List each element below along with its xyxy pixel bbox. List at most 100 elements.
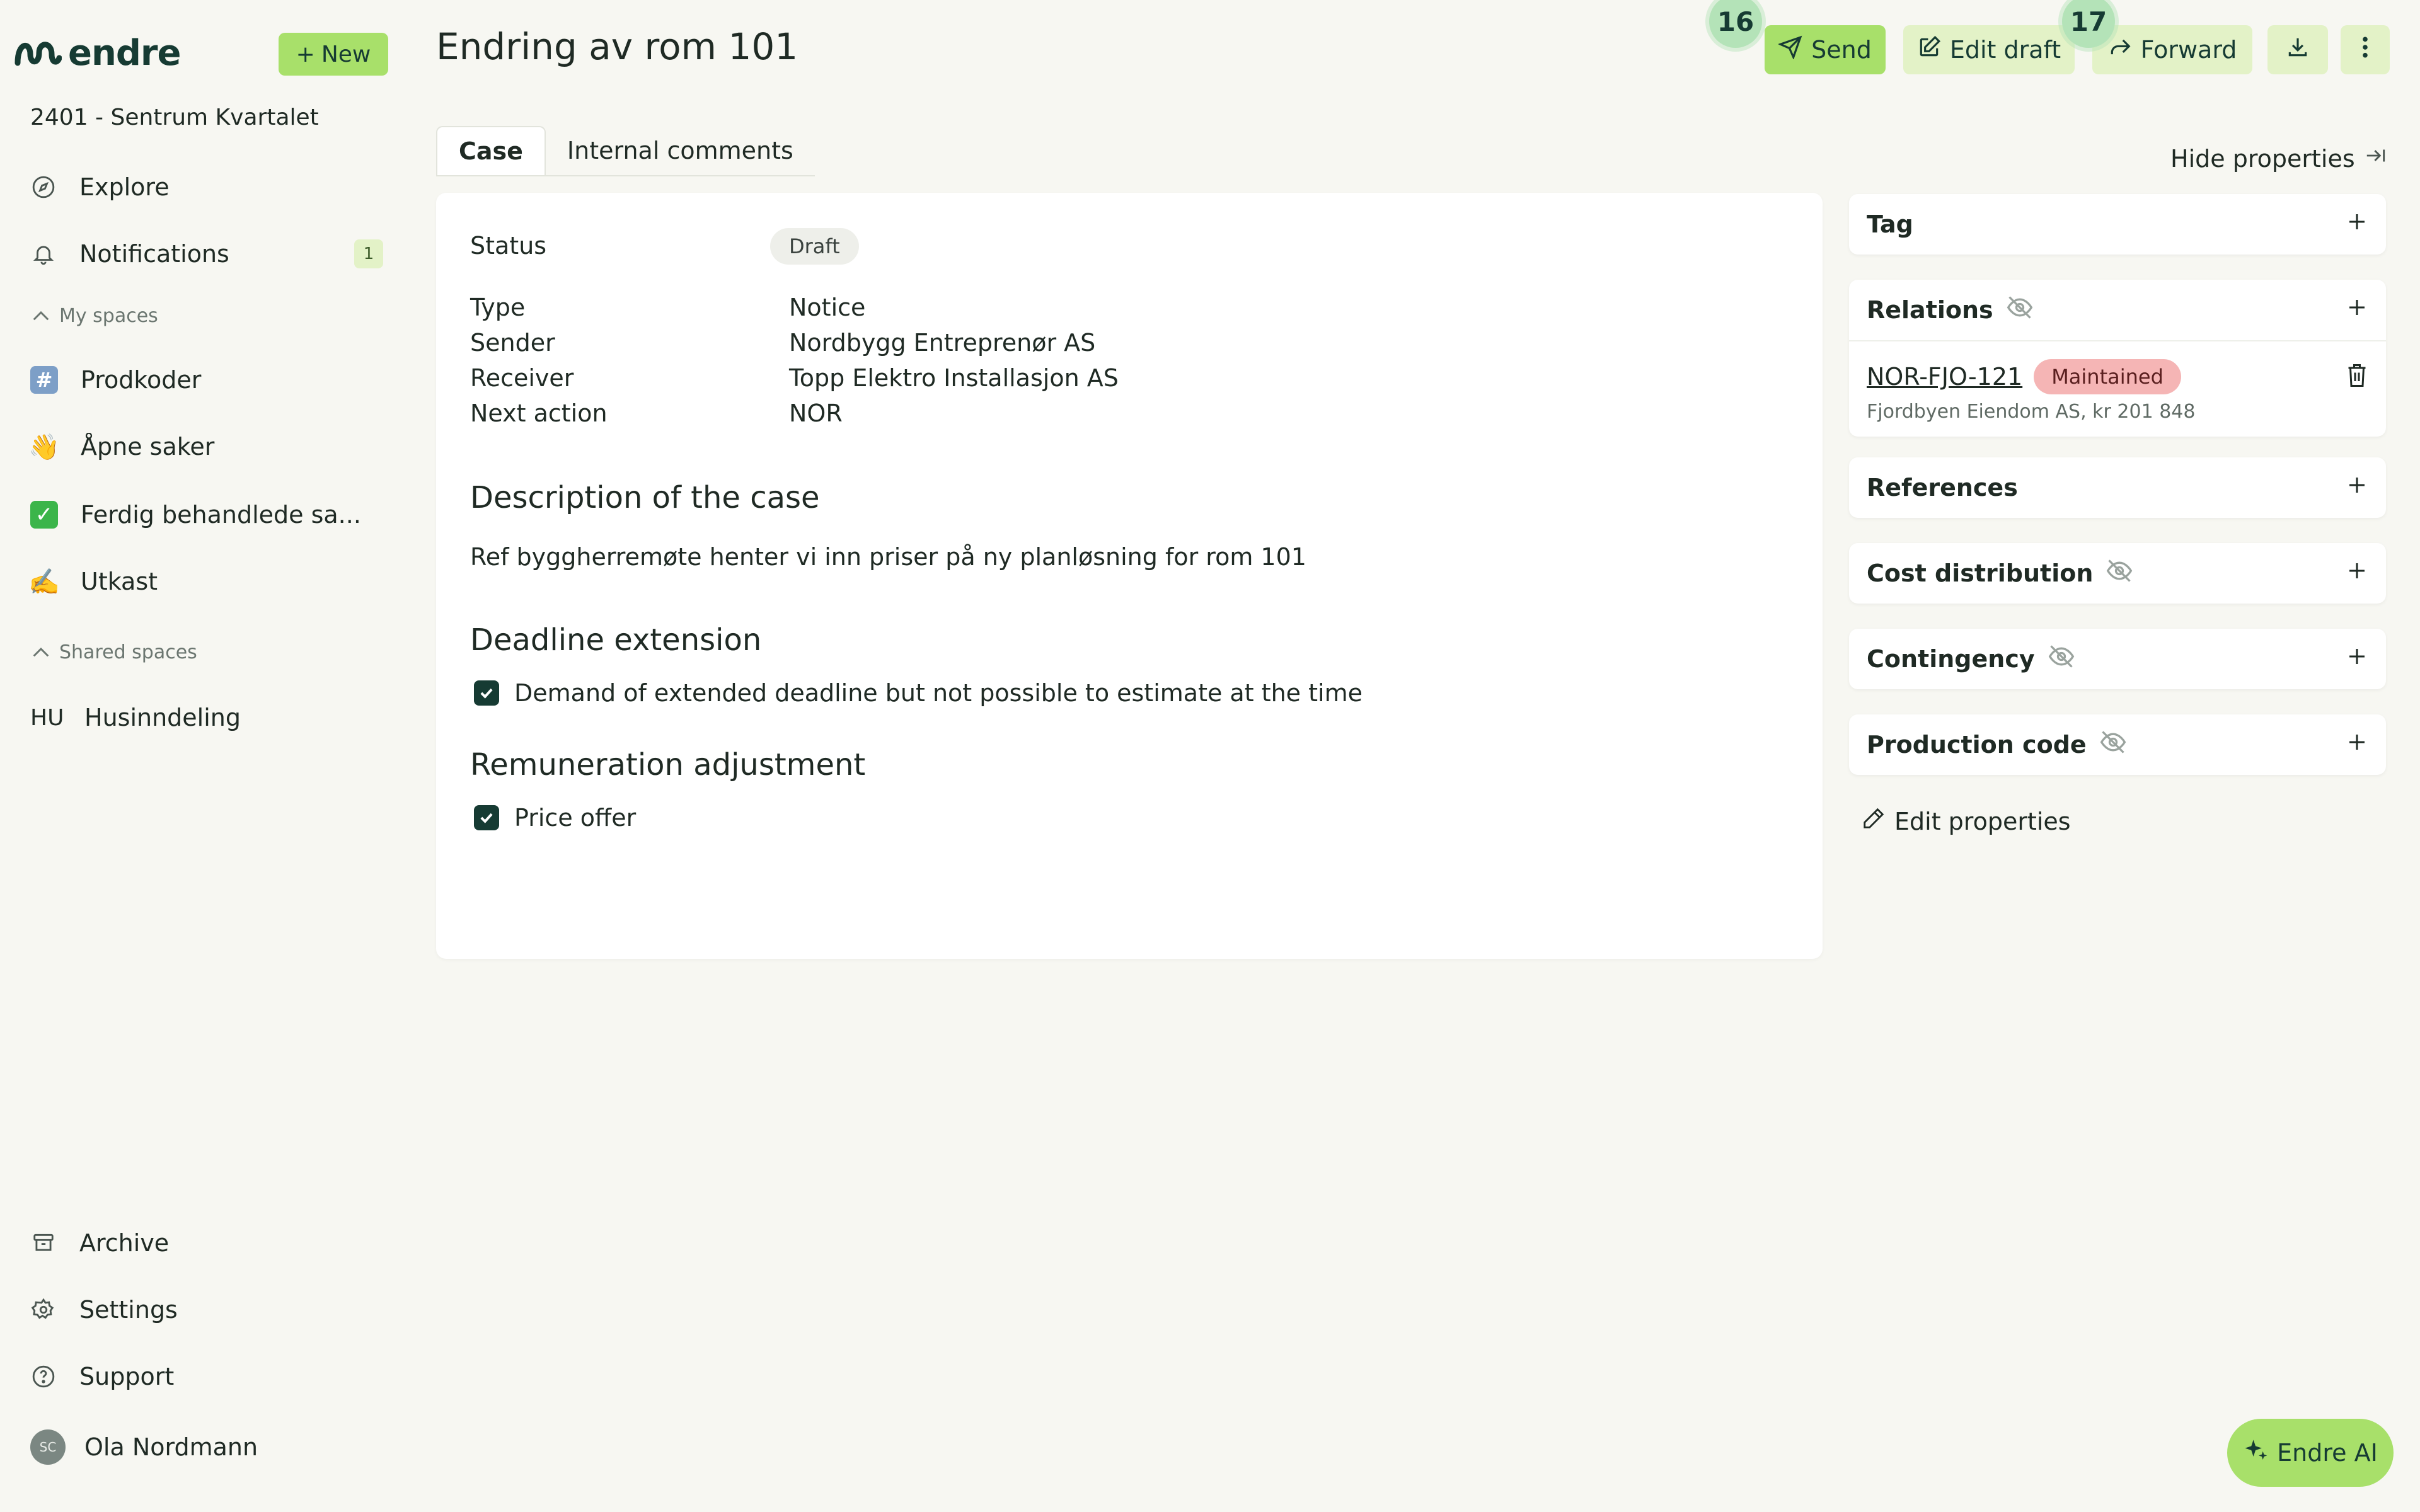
field-key-next-action: Next action — [470, 399, 608, 427]
case-tabs: Case Internal comments — [436, 126, 815, 176]
property-tag-label: Tag — [1867, 210, 1913, 238]
step-badge-send: 16 — [1709, 0, 1762, 48]
deadline-extension-option-label: Demand of extended deadline but not poss… — [514, 679, 1363, 707]
my-spaces-toggle[interactable]: My spaces — [32, 305, 158, 327]
tab-case[interactable]: Case — [436, 126, 546, 175]
page-title: Endring av rom 101 — [436, 25, 798, 68]
check-mark-icon: ✓ — [30, 501, 58, 529]
gear-icon — [30, 1297, 57, 1323]
tab-internal-comments[interactable]: Internal comments — [546, 126, 815, 175]
sidebar-item-label: Settings — [79, 1296, 178, 1324]
sidebar-item-archive[interactable]: Archive — [30, 1221, 383, 1265]
more-vertical-icon — [2361, 35, 2370, 65]
property-contingency: Contingency — [1849, 629, 2386, 689]
relation-link[interactable]: NOR-FJO-121 — [1867, 363, 2022, 391]
sidebar-item-label: Support — [79, 1363, 175, 1390]
sidebar-item-label: Archive — [79, 1229, 170, 1257]
edit-draft-button[interactable]: Edit draft — [1903, 25, 2075, 74]
property-references: References — [1849, 457, 2386, 518]
property-references-label: References — [1867, 474, 2018, 501]
add-production-code-plus-icon[interactable] — [2346, 731, 2368, 759]
endre-ai-button[interactable]: Endre AI — [2227, 1419, 2394, 1487]
help-circle-icon — [30, 1363, 57, 1390]
price-offer-option-label: Price offer — [514, 804, 637, 832]
sidebar-item-ferdig-behandlede[interactable]: ✓ Ferdig behandlede sa... — [30, 493, 383, 537]
forward-button[interactable]: Forward — [2092, 25, 2252, 74]
user-profile[interactable]: SC Ola Nordmann — [30, 1425, 383, 1469]
trash-icon[interactable] — [2346, 363, 2368, 391]
download-button[interactable] — [2267, 25, 2328, 74]
shared-spaces-label: Shared spaces — [59, 641, 197, 663]
waving-hand-icon: 👋 — [28, 432, 60, 462]
sidebar-item-label: Husinndeling — [84, 704, 241, 731]
sidebar-item-notifications[interactable]: Notifications 1 — [30, 232, 383, 276]
sidebar-item-label: Prodkoder — [81, 366, 202, 394]
status-badge: Maintained — [2034, 359, 2181, 394]
sidebar-item-prodkoder[interactable]: # Prodkoder — [30, 358, 383, 402]
field-key-type: Type — [470, 294, 526, 321]
more-options-button[interactable] — [2341, 25, 2390, 74]
edit-properties-label: Edit properties — [1894, 807, 2071, 835]
bell-icon — [30, 241, 57, 267]
deadline-extension-option[interactable]: Demand of extended deadline but not poss… — [474, 679, 1363, 707]
hide-properties-button[interactable]: Hide properties — [2170, 144, 2388, 173]
property-relations-label: Relations — [1867, 296, 1993, 324]
pencil-icon — [1862, 806, 1886, 836]
hashtag-icon: # — [30, 366, 58, 394]
sidebar-item-apne-saker[interactable]: 👋 Åpne saker — [28, 425, 383, 469]
property-production-code: Production code — [1849, 714, 2386, 775]
sidebar-item-settings[interactable]: Settings — [30, 1288, 383, 1332]
sidebar-item-label: Explore — [79, 173, 170, 201]
user-name: Ola Nordmann — [84, 1433, 258, 1461]
plus-icon: + — [296, 41, 315, 67]
deadline-extension-title: Deadline extension — [470, 622, 762, 658]
add-tag-plus-icon[interactable] — [2346, 210, 2368, 239]
sparkles-icon — [2243, 1438, 2268, 1469]
add-reference-plus-icon[interactable] — [2346, 474, 2368, 502]
download-icon — [2286, 35, 2310, 65]
price-offer-option[interactable]: Price offer — [474, 804, 636, 832]
checkbox-checked-icon[interactable] — [474, 680, 499, 706]
add-contingency-plus-icon[interactable] — [2346, 645, 2368, 673]
checkbox-checked-icon[interactable] — [474, 805, 499, 830]
project-selector[interactable]: 2401 - Sentrum Kvartalet — [30, 105, 319, 130]
sidebar-item-label: Notifications — [79, 240, 229, 268]
add-relation-plus-icon[interactable] — [2346, 296, 2368, 324]
compass-icon — [30, 174, 57, 200]
relation-detail: Fjordbyen Eiendom AS, kr 201 848 — [1867, 401, 2196, 423]
edit-properties-button[interactable]: Edit properties — [1862, 806, 2071, 836]
field-key-receiver: Receiver — [470, 364, 574, 392]
notification-count-badge: 1 — [354, 239, 383, 268]
description-text: Ref byggherremøte henter vi inn priser p… — [470, 543, 1306, 571]
sidebar-item-utkast[interactable]: ✍️ Utkast — [28, 559, 383, 604]
description-title: Description of the case — [470, 480, 820, 515]
send-button[interactable]: Send — [1765, 25, 1886, 74]
field-value-next-action: NOR — [789, 399, 843, 427]
property-cost-distribution-label: Cost distribution — [1867, 559, 2094, 587]
property-production-code-label: Production code — [1867, 731, 2087, 759]
sidebar-item-explore[interactable]: Explore — [30, 165, 383, 209]
hide-properties-label: Hide properties — [2170, 144, 2355, 173]
sidebar-item-husinndeling[interactable]: HU Husinndeling — [30, 696, 383, 740]
new-button[interactable]: + New — [279, 33, 388, 76]
edit-draft-label: Edit draft — [1949, 36, 2061, 64]
field-value-receiver: Topp Elektro Installasjon AS — [789, 364, 1119, 392]
sidebar-item-support[interactable]: Support — [30, 1354, 383, 1399]
archive-icon — [30, 1230, 57, 1256]
shared-spaces-toggle[interactable]: Shared spaces — [32, 641, 197, 663]
app-logo[interactable]: endre — [14, 32, 182, 74]
writing-hand-icon: ✍️ — [28, 567, 60, 597]
relation-item: NOR-FJO-121 Maintained Fjordbyen Eiendom… — [1849, 340, 2386, 437]
brand-name: endre — [68, 32, 182, 74]
case-panel — [436, 193, 1823, 959]
sidebar-item-label: Utkast — [81, 568, 158, 595]
send-button-label: Send — [1811, 36, 1872, 64]
add-cost-distribution-plus-icon[interactable] — [2346, 559, 2368, 588]
space-initials-icon: HU — [30, 704, 64, 731]
sidebar-item-label: Ferdig behandlede sa... — [81, 501, 361, 529]
eye-off-icon — [2048, 643, 2075, 676]
eye-off-icon — [2006, 294, 2034, 327]
eye-off-icon — [2099, 728, 2127, 762]
property-relations: Relations NOR-FJO-121 Maintained Fjordby… — [1849, 280, 2386, 437]
sidebar-item-label: Åpne saker — [81, 433, 215, 461]
